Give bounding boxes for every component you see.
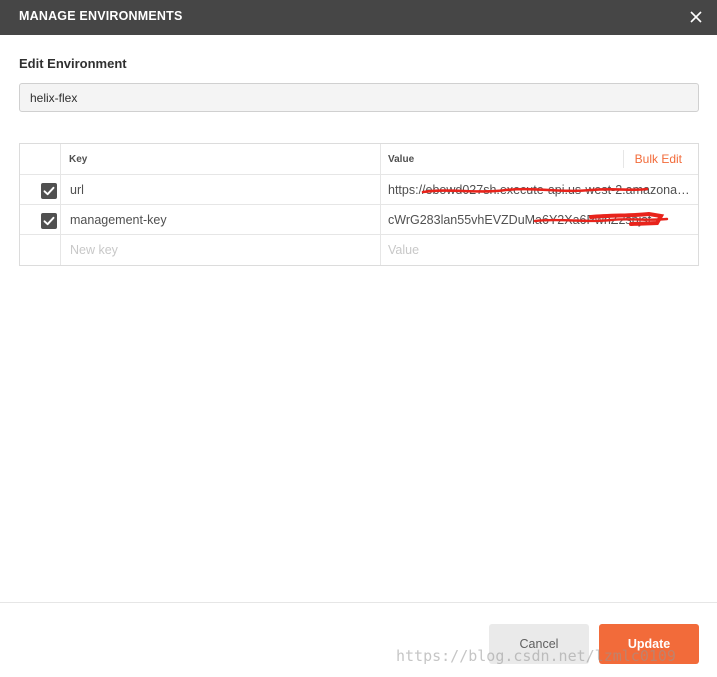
- value-cell[interactable]: cWrG283lan55vhEVZDuMa6Y2Xa6PwnZ2sbjsf: [381, 205, 698, 234]
- variables-table: Key Value Bulk Edit url https://ebowd027…: [19, 143, 699, 266]
- divider: [623, 150, 624, 168]
- value-column-header: Value: [388, 154, 415, 165]
- key-column-header: Key: [69, 154, 88, 165]
- new-key-placeholder: New key: [70, 243, 118, 257]
- key-text: management-key: [70, 213, 167, 227]
- table-row: url https://ebowd027sh.execute-api.us-we…: [20, 175, 698, 205]
- cancel-button[interactable]: Cancel: [489, 624, 589, 664]
- checkmark-icon: [43, 216, 55, 226]
- header-value-cell: Value Bulk Edit: [381, 144, 698, 174]
- header-key-cell: Key: [61, 144, 381, 174]
- row-enabled-checkbox[interactable]: [41, 183, 57, 199]
- key-cell[interactable]: management-key: [61, 205, 381, 234]
- table-row: management-key cWrG283lan55vhEVZDuMa6Y2X…: [20, 205, 698, 235]
- manage-environments-modal: MANAGE ENVIRONMENTS Edit Environment Key…: [0, 0, 717, 677]
- value-text: cWrG283lan55vhEVZDuMa6Y2Xa6PwnZ2sbjsf: [388, 213, 652, 227]
- table-header-row: Key Value Bulk Edit: [20, 144, 698, 175]
- section-title: Edit Environment: [19, 56, 127, 71]
- new-value-placeholder: Value: [388, 243, 420, 257]
- new-value-cell[interactable]: Value: [381, 235, 698, 265]
- value-text: https://ebowd027sh.execute-api.us-west-2…: [388, 183, 692, 197]
- bulk-edit-link[interactable]: Bulk Edit: [635, 152, 682, 166]
- key-cell[interactable]: url: [61, 175, 381, 204]
- row-check-cell: [20, 205, 61, 234]
- modal-footer: Cancel Update: [0, 602, 717, 677]
- close-icon: [690, 11, 702, 23]
- header-check-cell: [20, 144, 61, 174]
- modal-header: MANAGE ENVIRONMENTS: [0, 0, 717, 35]
- row-enabled-checkbox[interactable]: [41, 213, 57, 229]
- environment-name-input[interactable]: [19, 83, 699, 112]
- modal-title: MANAGE ENVIRONMENTS: [19, 9, 183, 23]
- row-check-cell: [20, 235, 61, 265]
- new-variable-row: New key Value: [20, 235, 698, 265]
- new-key-cell[interactable]: New key: [61, 235, 381, 265]
- update-button[interactable]: Update: [599, 624, 699, 664]
- row-check-cell: [20, 175, 61, 204]
- key-text: url: [70, 183, 84, 197]
- value-cell[interactable]: https://ebowd027sh.execute-api.us-west-2…: [381, 175, 698, 204]
- close-button[interactable]: [685, 6, 707, 28]
- checkmark-icon: [43, 186, 55, 196]
